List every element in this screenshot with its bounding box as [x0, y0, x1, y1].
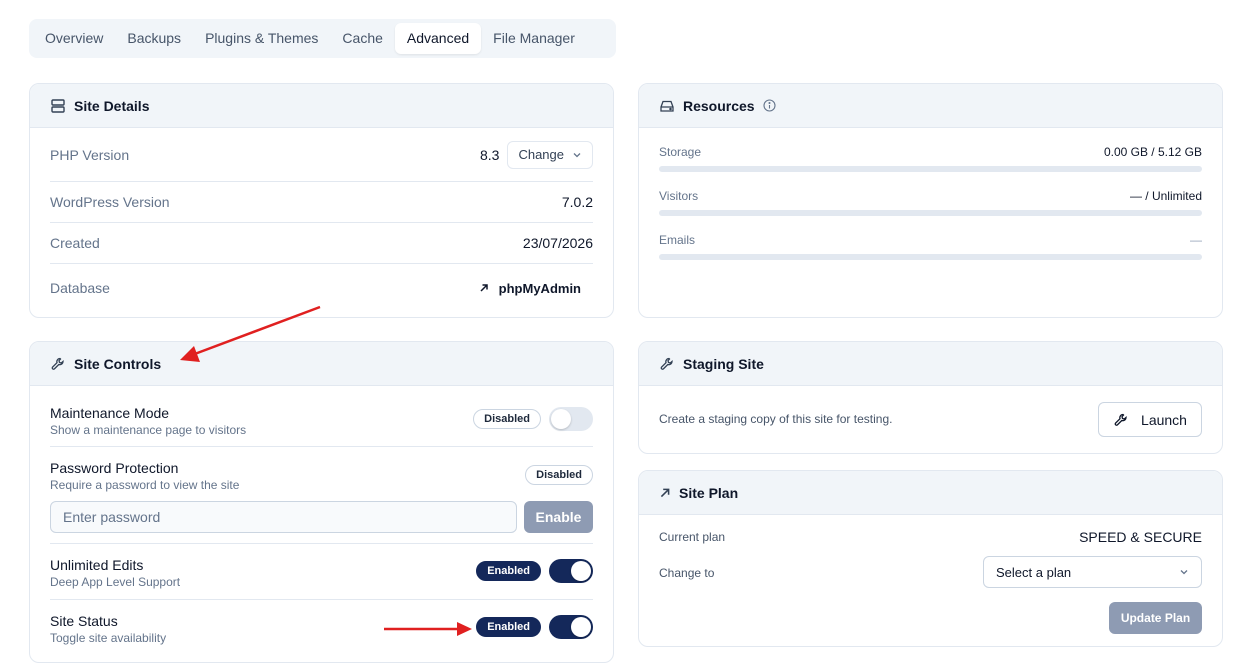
site-controls-card: Site Controls Maintenance Mode Show a ma… — [29, 341, 614, 663]
php-change-button[interactable]: Change — [507, 140, 593, 169]
unlimited-edits-toggle[interactable] — [549, 559, 593, 583]
password-input[interactable] — [50, 501, 517, 533]
storage-progress-bar — [659, 166, 1202, 172]
staging-site-card: Staging Site Create a staging copy of th… — [638, 341, 1223, 454]
created-label: Created — [50, 235, 100, 251]
wrench-icon — [660, 357, 673, 370]
launch-label: Launch — [1141, 411, 1187, 428]
resources-title: Resources — [683, 97, 755, 114]
tab-backups[interactable]: Backups — [115, 23, 193, 54]
password-status-badge: Disabled — [525, 465, 593, 485]
php-version-value: 8.3 — [479, 146, 500, 163]
wordpress-version-row: WordPress Version 7.0.2 — [50, 182, 593, 223]
site-details-header: Site Details — [30, 84, 613, 128]
storage-label: Storage — [659, 145, 702, 159]
phpmyadmin-link[interactable]: phpMyAdmin — [479, 281, 581, 296]
launch-staging-button[interactable]: Launch — [1098, 402, 1202, 437]
wordpress-version-value: 7.0.2 — [561, 194, 593, 210]
site-details-card: Site Details PHP Version 8.3 Change Word… — [29, 83, 614, 318]
php-version-label: PHP Version — [50, 146, 130, 163]
chevron-down-icon — [573, 152, 581, 157]
emails-value: — — [1190, 233, 1202, 247]
external-arrow-icon — [480, 284, 488, 292]
tab-cache[interactable]: Cache — [330, 23, 394, 54]
php-version-row: PHP Version 8.3 Change — [50, 128, 593, 182]
update-plan-button[interactable]: Update Plan — [1109, 602, 1202, 634]
site-status-badge: Enabled — [476, 617, 541, 637]
unlimited-edits-row: Unlimited Edits Deep App Level Support E… — [50, 544, 593, 600]
server-icon — [51, 98, 65, 113]
storage-resource: Storage 0.00 GB / 5.12 GB — [659, 145, 1202, 172]
maintenance-mode-row: Maintenance Mode Show a maintenance page… — [50, 386, 593, 447]
site-controls-title: Site Controls — [74, 355, 162, 372]
wrench-icon — [51, 357, 64, 370]
resources-header: Resources — [639, 84, 1222, 128]
tab-advanced[interactable]: Advanced — [394, 23, 482, 54]
enable-password-button[interactable]: Enable — [524, 501, 593, 533]
site-details-title: Site Details — [74, 97, 150, 114]
phpmyadmin-label: phpMyAdmin — [498, 280, 581, 296]
staging-site-title: Staging Site — [683, 355, 764, 372]
toggle-knob — [571, 617, 591, 637]
tab-file-manager[interactable]: File Manager — [481, 23, 587, 54]
php-change-label: Change — [518, 147, 564, 162]
current-plan-value: SPEED & SECURE — [1079, 529, 1202, 545]
wordpress-version-label: WordPress Version — [50, 194, 170, 210]
emails-resource: Emails — — [659, 233, 1202, 260]
emails-progress-bar — [659, 254, 1202, 260]
database-label: Database — [50, 280, 110, 296]
tab-plugins-themes[interactable]: Plugins & Themes — [193, 23, 330, 54]
staging-site-header: Staging Site — [639, 342, 1222, 386]
emails-label: Emails — [659, 233, 696, 247]
plan-select[interactable]: Select a plan — [983, 556, 1202, 588]
tab-overview[interactable]: Overview — [33, 23, 115, 54]
visitors-progress-bar — [659, 210, 1202, 216]
visitors-value: — / Unlimited — [1129, 189, 1202, 203]
storage-value: 0.00 GB / 5.12 GB — [1103, 145, 1202, 159]
visitors-label: Visitors — [659, 189, 699, 203]
maintenance-mode-toggle[interactable] — [549, 407, 593, 431]
password-protection-row: Password Protection Require a password t… — [50, 447, 593, 544]
wrench-icon — [1114, 413, 1127, 426]
created-value: 23/07/2026 — [522, 235, 593, 251]
chevron-down-icon — [1180, 570, 1188, 575]
plan-select-value: Select a plan — [996, 564, 1072, 580]
site-controls-header: Site Controls — [30, 342, 613, 386]
external-arrow-icon — [660, 488, 670, 497]
site-status-row: Site Status Toggle site availability Ena… — [50, 600, 593, 662]
site-plan-title: Site Plan — [679, 484, 739, 501]
toggle-knob — [571, 561, 591, 581]
maintenance-status-badge: Disabled — [473, 409, 541, 429]
password-protection-title: Password Protection — [50, 460, 179, 476]
staging-description: Create a staging copy of this site for t… — [659, 412, 893, 426]
toggle-knob — [551, 409, 571, 429]
change-to-label: Change to — [659, 566, 715, 580]
password-protection-subtitle: Require a password to view the site — [50, 478, 240, 492]
site-plan-card: Site Plan Current plan SPEED & SECURE Ch… — [638, 470, 1223, 647]
current-plan-label: Current plan — [659, 530, 726, 544]
site-plan-header: Site Plan — [639, 471, 1222, 515]
resources-card: Resources Storage 0.00 GB / 5.12 GB Visi… — [638, 83, 1223, 318]
hard-drive-icon — [660, 100, 674, 112]
visitors-resource: Visitors — / Unlimited — [659, 189, 1202, 216]
tab-bar: Overview Backups Plugins & Themes Cache … — [29, 19, 616, 58]
database-row: Database phpMyAdmin — [50, 264, 593, 312]
created-row: Created 23/07/2026 — [50, 223, 593, 264]
unlimited-status-badge: Enabled — [476, 561, 541, 581]
site-status-toggle[interactable] — [549, 615, 593, 639]
info-icon[interactable] — [763, 99, 776, 112]
